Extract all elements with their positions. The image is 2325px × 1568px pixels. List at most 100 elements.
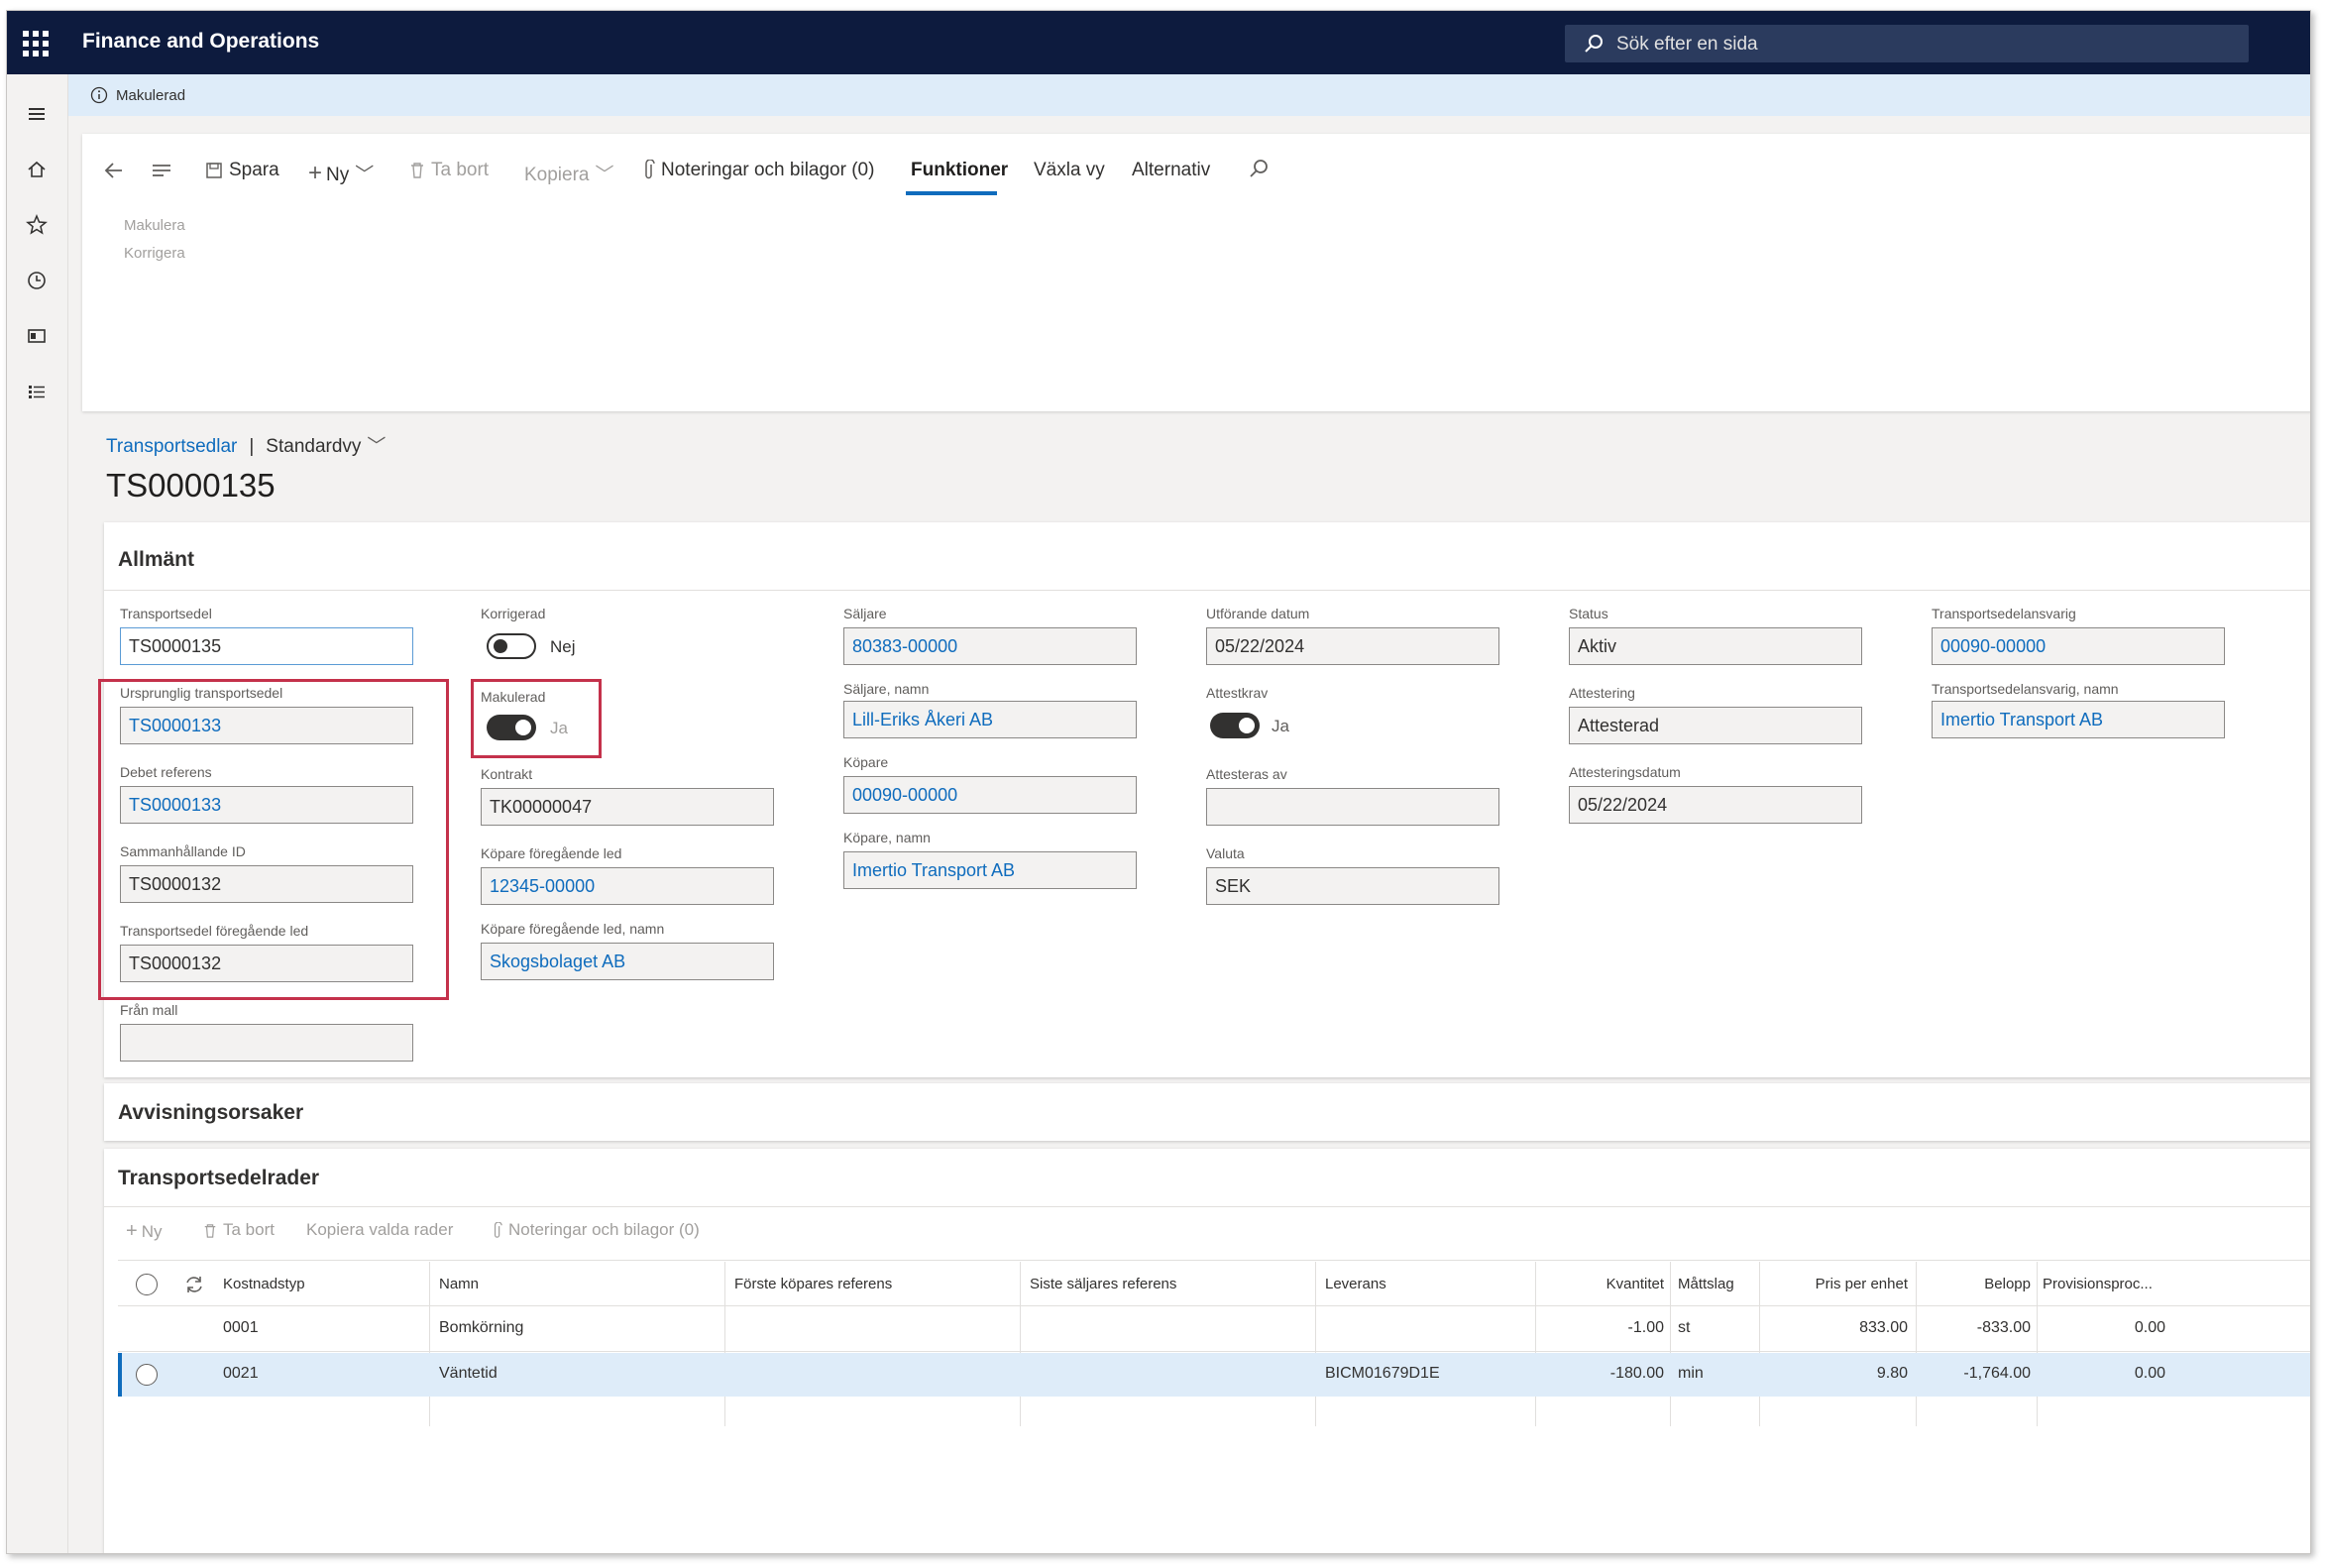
save-button[interactable]: Spara bbox=[205, 160, 279, 181]
breadcrumb-separator: | bbox=[249, 436, 255, 457]
app-launcher-icon[interactable] bbox=[21, 29, 49, 56]
column-header-unit[interactable]: Måttslag bbox=[1678, 1276, 1734, 1292]
column-header-first-buyer-ref[interactable]: Förste köpares referens bbox=[734, 1276, 892, 1292]
correct-button[interactable]: Korrigera bbox=[124, 245, 185, 262]
home-icon[interactable] bbox=[23, 156, 51, 183]
rejections-section-title[interactable]: Avvisningsorsaker bbox=[118, 1101, 303, 1125]
hamburger-menu-icon[interactable] bbox=[23, 100, 51, 128]
corrected-toggle[interactable] bbox=[487, 633, 536, 659]
field-label: Säljare, namn bbox=[843, 681, 930, 697]
attestation-date-field[interactable]: 05/22/2024 bbox=[1569, 786, 1862, 824]
seller-field[interactable]: 80383-00000 bbox=[843, 627, 1137, 665]
table-row[interactable]: 0001 Bomkörning -1.00 st 833.00 -833.00 … bbox=[118, 1307, 2310, 1351]
save-label: Spara bbox=[229, 160, 279, 180]
search-box[interactable]: Sök efter en sida bbox=[1565, 25, 2249, 62]
field-label: Attesteras av bbox=[1206, 766, 1287, 782]
page-options-icon[interactable] bbox=[150, 160, 173, 181]
grid-new-button[interactable]: + Ny bbox=[126, 1220, 162, 1243]
chevron-down-icon[interactable]: ﹀ bbox=[367, 436, 386, 457]
table-row-selected[interactable]: 0021 Väntetid BICM01679D1E -180.00 min 9… bbox=[118, 1353, 2310, 1397]
grid-new-label: Ny bbox=[141, 1222, 163, 1241]
tab-switch-view[interactable]: Växla vy bbox=[1034, 160, 1105, 181]
column-header-name[interactable]: Namn bbox=[439, 1276, 479, 1292]
seller-name-field[interactable]: Lill-Eriks Åkeri AB bbox=[843, 701, 1137, 738]
delete-button[interactable]: Ta bort bbox=[409, 160, 489, 181]
app-title[interactable]: Finance and Operations bbox=[82, 30, 319, 54]
copy-label: Kopiera bbox=[524, 165, 590, 185]
corrected-toggle-text: Nej bbox=[550, 637, 576, 656]
column-header-delivery[interactable]: Leverans bbox=[1325, 1276, 1386, 1292]
transport-note-field[interactable]: TS0000135 bbox=[120, 627, 413, 665]
from-template-field[interactable] bbox=[120, 1024, 413, 1062]
trash-icon bbox=[411, 163, 423, 178]
contract-field[interactable]: TK00000047 bbox=[481, 788, 774, 826]
lines-section-title[interactable]: Transportsedelrader bbox=[118, 1167, 319, 1190]
field-label: Köpare föregående led bbox=[481, 845, 622, 861]
attestation-field[interactable]: Attesterad bbox=[1569, 707, 1862, 744]
field-label: Transportsedelansvarig bbox=[1932, 606, 2076, 621]
delete-label: Ta bort bbox=[431, 160, 490, 180]
field-label: Transportsedel bbox=[120, 606, 212, 621]
cell-name: Väntetid bbox=[439, 1365, 498, 1382]
buyer-field[interactable]: 00090-00000 bbox=[843, 776, 1137, 814]
plus-icon: + bbox=[126, 1220, 138, 1242]
tab-functions[interactable]: Funktioner bbox=[911, 160, 1008, 181]
modules-list-icon[interactable] bbox=[23, 378, 51, 405]
row-select-radio[interactable] bbox=[136, 1364, 158, 1386]
search-placeholder: Sök efter en sida bbox=[1616, 34, 1758, 55]
favorites-star-icon[interactable] bbox=[23, 211, 51, 239]
notes-attachments-button[interactable]: Noteringar och bilagor (0) bbox=[643, 160, 874, 181]
buyer-name-field[interactable]: Imertio Transport AB bbox=[843, 851, 1137, 889]
app-window: Finance and Operations Sök efter en sida… bbox=[6, 10, 2311, 1554]
field-label: Attesteringsdatum bbox=[1569, 764, 1681, 780]
new-button[interactable]: + Ny ﹀ bbox=[308, 160, 374, 187]
field-label: Korrigerad bbox=[481, 606, 546, 621]
responsible-name-field[interactable]: Imertio Transport AB bbox=[1932, 701, 2225, 738]
field-label: Köpare, namn bbox=[843, 830, 931, 845]
copy-selected-rows-button[interactable]: Kopiera valda rader bbox=[306, 1220, 453, 1240]
cell-unit-price: 833.00 bbox=[1859, 1319, 1908, 1336]
status-field[interactable]: Aktiv bbox=[1569, 627, 1862, 665]
void-button[interactable]: Makulera bbox=[124, 217, 185, 234]
transport-note-lines-section: Transportsedelrader + Ny Ta bort Kopiera … bbox=[104, 1149, 2310, 1553]
back-arrow-icon[interactable] bbox=[102, 160, 126, 181]
paperclip-icon bbox=[645, 160, 655, 179]
copy-button[interactable]: Kopiera ﹀ bbox=[524, 160, 614, 186]
responsible-field[interactable]: 00090-00000 bbox=[1932, 627, 2225, 665]
column-header-commission[interactable]: Provisionsproc... bbox=[2043, 1276, 2153, 1292]
message-text: Makulerad bbox=[116, 87, 186, 104]
recent-clock-icon[interactable] bbox=[23, 267, 51, 294]
divider bbox=[104, 1206, 2310, 1207]
select-all-radio[interactable] bbox=[136, 1274, 158, 1295]
cell-amount: -833.00 bbox=[1976, 1319, 2031, 1336]
refresh-icon[interactable] bbox=[183, 1274, 205, 1295]
previous-buyer-name-field[interactable]: Skogsbolaget AB bbox=[481, 943, 774, 980]
breadcrumb-link[interactable]: Transportsedlar bbox=[106, 436, 237, 457]
grid-notes-button[interactable]: Noteringar och bilagor (0) bbox=[493, 1220, 700, 1240]
previous-buyer-field[interactable]: 12345-00000 bbox=[481, 867, 774, 905]
column-header-amount[interactable]: Belopp bbox=[1922, 1276, 2031, 1292]
tab-options[interactable]: Alternativ bbox=[1132, 160, 1210, 181]
grid-delete-button[interactable]: Ta bort bbox=[203, 1220, 275, 1240]
general-section-title[interactable]: Allmänt bbox=[118, 548, 194, 572]
cell-unit: min bbox=[1678, 1365, 1704, 1382]
general-section: Allmänt Transportsedel TS0000135 Ursprun… bbox=[98, 522, 2310, 1077]
view-selector[interactable]: Standardvy bbox=[266, 436, 361, 457]
attest-required-toggle[interactable] bbox=[1210, 713, 1260, 738]
cell-cost-type: 0021 bbox=[223, 1365, 259, 1382]
trash-icon bbox=[204, 1223, 216, 1238]
message-bar: Makulerad bbox=[68, 74, 2310, 116]
rejections-section: Avvisningsorsaker bbox=[104, 1083, 2310, 1141]
save-icon bbox=[206, 163, 222, 178]
currency-field[interactable]: SEK bbox=[1206, 867, 1499, 905]
cell-name: Bomkörning bbox=[439, 1319, 524, 1336]
column-header-last-seller-ref[interactable]: Siste säljares referens bbox=[1030, 1276, 1176, 1292]
execution-date-field[interactable]: 05/22/2024 bbox=[1206, 627, 1499, 665]
column-header-cost-type[interactable]: Kostnadstyp bbox=[223, 1276, 305, 1292]
field-label: Kontrakt bbox=[481, 766, 533, 782]
column-header-unit-price[interactable]: Pris per enhet bbox=[1759, 1276, 1908, 1292]
attested-by-field[interactable] bbox=[1206, 788, 1499, 826]
column-header-quantity[interactable]: Kvantitet bbox=[1535, 1276, 1664, 1292]
search-icon[interactable] bbox=[1248, 158, 1270, 179]
workspaces-icon[interactable] bbox=[23, 322, 51, 350]
